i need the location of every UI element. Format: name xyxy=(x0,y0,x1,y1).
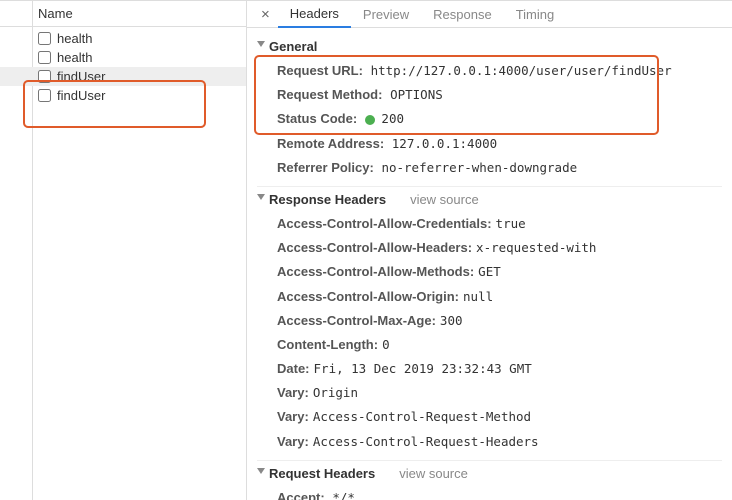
field-value: true xyxy=(496,216,526,231)
header-field: Vary: Origin xyxy=(257,381,722,405)
request-item[interactable]: health xyxy=(0,29,246,48)
request-checkbox[interactable] xyxy=(38,70,51,83)
section-header-response[interactable]: Response Headers view source xyxy=(257,186,722,212)
section-response-headers: Response Headers view source Access-Cont… xyxy=(247,180,732,454)
request-item[interactable]: findUser xyxy=(0,67,246,86)
field-value: Origin xyxy=(313,385,358,400)
field-value: 300 xyxy=(440,313,463,328)
field-value: GET xyxy=(478,264,501,279)
request-checkbox[interactable] xyxy=(38,51,51,64)
section-general: General Request URL: http://127.0.0.1:40… xyxy=(247,28,732,180)
section-header-general[interactable]: General xyxy=(257,34,722,59)
request-label: findUser xyxy=(57,69,105,84)
field-value: null xyxy=(463,289,493,304)
header-field: Access-Control-Allow-Methods: GET xyxy=(257,260,722,284)
close-icon[interactable]: × xyxy=(253,6,278,23)
view-source-link[interactable]: view source xyxy=(399,466,468,481)
field-label: Vary: xyxy=(277,409,309,424)
response-header-fields: Access-Control-Allow-Credentials: true Ac… xyxy=(257,212,722,454)
header-field: Date: Fri, 13 Dec 2019 23:32:43 GMT xyxy=(257,357,722,381)
chevron-down-icon xyxy=(257,194,265,205)
header-field: Vary: Access-Control-Request-Headers xyxy=(257,430,722,454)
field-request-url: Request URL: http://127.0.0.1:4000/user/… xyxy=(257,59,722,83)
field-value: 0 xyxy=(382,337,390,352)
request-item[interactable]: findUser xyxy=(0,86,246,105)
section-title: Response Headers xyxy=(269,192,386,207)
chevron-down-icon xyxy=(257,41,265,52)
field-label: Access-Control-Max-Age: xyxy=(277,313,436,328)
field-value: Fri, 13 Dec 2019 23:32:43 GMT xyxy=(314,361,532,376)
request-label: health xyxy=(57,50,92,65)
detail-panel: × Headers Preview Response Timing Genera… xyxy=(247,1,732,500)
field-value: 200 xyxy=(381,111,404,126)
header-field: Access-Control-Max-Age: 300 xyxy=(257,309,722,333)
request-checkbox[interactable] xyxy=(38,89,51,102)
field-label: Access-Control-Allow-Methods: xyxy=(277,264,474,279)
field-request-method: Request Method: OPTIONS xyxy=(257,83,722,107)
field-value: Access-Control-Request-Method xyxy=(313,409,531,424)
tab-response[interactable]: Response xyxy=(421,2,504,27)
tab-preview[interactable]: Preview xyxy=(351,2,421,27)
section-title: General xyxy=(269,39,317,54)
field-label: Vary: xyxy=(277,434,309,449)
request-label: health xyxy=(57,31,92,46)
view-source-link[interactable]: view source xyxy=(410,192,479,207)
chevron-down-icon xyxy=(257,468,265,479)
status-dot-icon xyxy=(365,115,375,125)
request-label: findUser xyxy=(57,88,105,103)
field-label: Access-Control-Allow-Origin: xyxy=(277,289,459,304)
field-status-code: Status Code: 200 xyxy=(257,107,722,131)
field-label: Request Method: xyxy=(277,87,382,102)
header-field: Access-Control-Allow-Credentials: true xyxy=(257,212,722,236)
section-header-request[interactable]: Request Headers view source xyxy=(257,460,722,486)
request-checkbox[interactable] xyxy=(38,32,51,45)
field-label: Access-Control-Allow-Headers: xyxy=(277,240,472,255)
field-value: OPTIONS xyxy=(390,87,443,102)
request-item[interactable]: health xyxy=(0,48,246,67)
tabs-bar: × Headers Preview Response Timing xyxy=(247,1,732,28)
field-label: Request URL: xyxy=(277,63,363,78)
field-label: Status Code: xyxy=(277,111,357,126)
field-label: Content-Length: xyxy=(277,337,378,352)
field-label: Access-Control-Allow-Credentials: xyxy=(277,216,492,231)
field-label: Vary: xyxy=(277,385,309,400)
field-value: http://127.0.0.1:4000/user/user/findUser xyxy=(371,63,672,78)
field-remote-address: Remote Address: 127.0.0.1:4000 xyxy=(257,132,722,156)
header-field: Content-Length: 0 xyxy=(257,333,722,357)
field-label: Date: xyxy=(277,361,310,376)
section-request-headers: Request Headers view source Accept: */* xyxy=(247,454,732,500)
request-list: health health findUser findUser xyxy=(0,27,246,500)
field-label: Remote Address: xyxy=(277,136,384,151)
field-label: Accept: xyxy=(277,490,325,500)
field-value: */* xyxy=(332,490,355,500)
headers-panel: General Request URL: http://127.0.0.1:40… xyxy=(247,28,732,500)
request-sidebar: Name health health findUser findUser xyxy=(0,1,247,500)
tab-headers[interactable]: Headers xyxy=(278,1,351,28)
field-label: Referrer Policy: xyxy=(277,160,374,175)
section-title: Request Headers xyxy=(269,466,375,481)
field-value: x-requested-with xyxy=(476,240,596,255)
tab-timing[interactable]: Timing xyxy=(504,2,567,27)
field-value: 127.0.0.1:4000 xyxy=(392,136,497,151)
field-value: Access-Control-Request-Headers xyxy=(313,434,539,449)
field-value: no-referrer-when-downgrade xyxy=(381,160,577,175)
field-referrer-policy: Referrer Policy: no-referrer-when-downgr… xyxy=(257,156,722,180)
header-field: Accept: */* xyxy=(257,486,722,500)
sidebar-header[interactable]: Name xyxy=(0,1,246,27)
header-field: Access-Control-Allow-Origin: null xyxy=(257,285,722,309)
header-field: Vary: Access-Control-Request-Method xyxy=(257,405,722,429)
header-field: Access-Control-Allow-Headers: x-requested… xyxy=(257,236,722,260)
